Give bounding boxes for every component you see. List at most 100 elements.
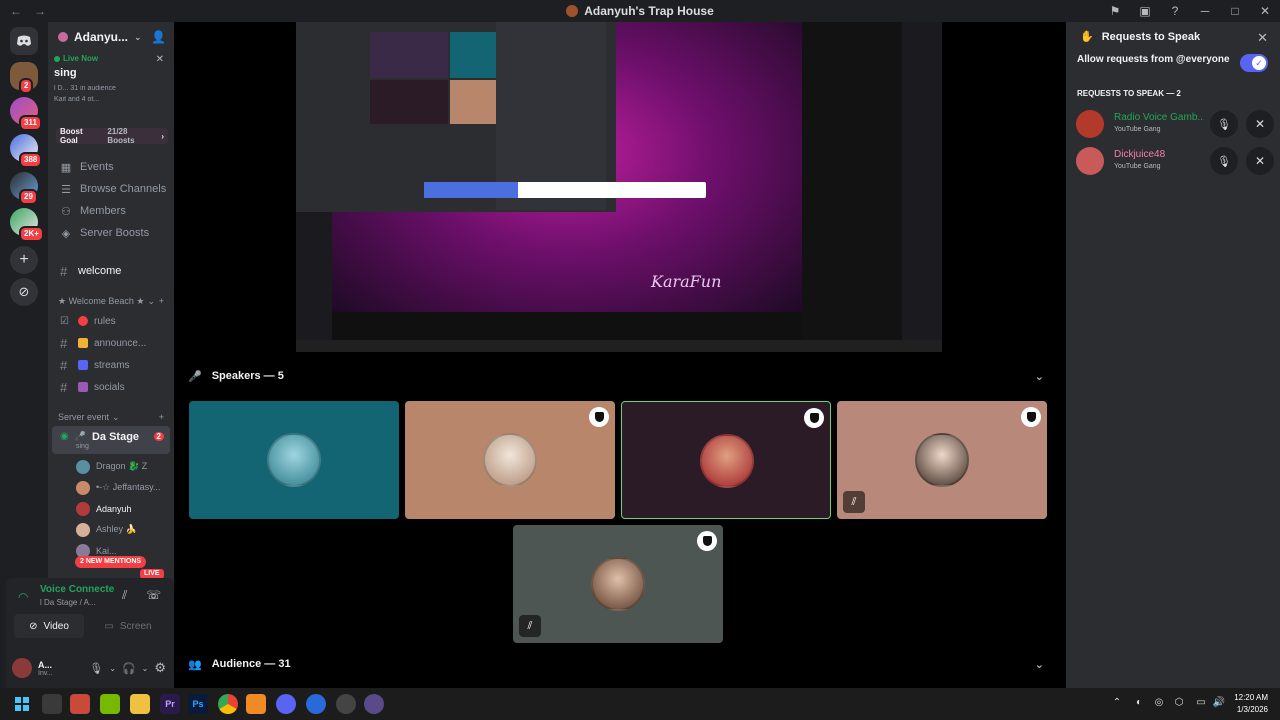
tray-app-icon[interactable]: ◐ bbox=[1132, 697, 1146, 711]
invite-to-speak-icon[interactable]: 🎙 bbox=[1210, 110, 1238, 138]
voice-member[interactable]: Dragon 🐉 Z bbox=[48, 456, 174, 477]
nav-members[interactable]: ⚇ Members bbox=[48, 200, 174, 222]
discord-home-icon[interactable] bbox=[10, 27, 38, 55]
voice-panel: ◠ Voice Connecte l Da Stage / A... ⫽ ☏ ⊘… bbox=[6, 578, 174, 688]
microphone-icon[interactable]: 🎙 bbox=[89, 662, 103, 675]
settings-gear-icon[interactable]: ⚙ bbox=[154, 660, 166, 676]
app-icon[interactable] bbox=[70, 694, 90, 714]
noise-suppression-icon[interactable]: ⫽ bbox=[122, 588, 127, 603]
live-now-card[interactable]: Live Now ✕ sing l D... 31 in audience Ka… bbox=[54, 54, 168, 122]
microphone-icon: 🎤 bbox=[74, 431, 86, 441]
screen-share-stream[interactable]: KaraFun bbox=[296, 22, 942, 352]
muted-mic-icon: ⫽ bbox=[843, 491, 865, 513]
hash-icon: # bbox=[60, 335, 68, 351]
chevron-down-icon[interactable]: ⌄ bbox=[142, 664, 149, 673]
minimize-icon[interactable]: ─ bbox=[1190, 4, 1220, 18]
chevron-down-icon: ⌄ bbox=[112, 411, 120, 422]
windows-start-icon[interactable] bbox=[12, 694, 32, 714]
chevron-right-icon: › bbox=[161, 131, 164, 141]
nav-server-boosts[interactable]: ◈ Server Boosts bbox=[48, 222, 174, 244]
nav-browse-channels[interactable]: ☰ Browse Channels bbox=[48, 178, 174, 200]
close-icon[interactable]: ✕ bbox=[1250, 4, 1280, 18]
tray-overflow-icon[interactable]: ⌃ bbox=[1110, 697, 1124, 711]
disconnect-icon[interactable]: ☏ bbox=[146, 588, 161, 602]
new-mentions-pill[interactable]: 2 NEW MENTIONS bbox=[75, 556, 147, 568]
forward-icon[interactable]: → bbox=[34, 4, 46, 18]
user-info[interactable]: A... Inv... bbox=[38, 660, 53, 677]
chrome-icon[interactable] bbox=[218, 694, 238, 714]
add-channel-icon[interactable]: + bbox=[159, 296, 164, 306]
video-button[interactable]: ⊘ Video bbox=[14, 614, 84, 638]
task-view-icon[interactable] bbox=[42, 694, 62, 714]
channel-socials[interactable]: # socials bbox=[48, 376, 174, 398]
dismiss-request-icon[interactable]: ✕ bbox=[1246, 147, 1274, 175]
system-clock[interactable]: 12:20 AM 1/3/2026 bbox=[1234, 692, 1268, 716]
voice-member[interactable]: Ashley 🍌 bbox=[48, 519, 174, 540]
nav-events[interactable]: ▦ Events bbox=[48, 156, 174, 178]
member-name: Ashley 🍌 bbox=[96, 524, 137, 534]
channel-welcome[interactable]: # welcome bbox=[48, 260, 174, 282]
premiere-icon[interactable]: Pr bbox=[160, 694, 180, 714]
audience-header[interactable]: 👥 Audience — 31 ⌄ bbox=[188, 654, 1048, 674]
request-item[interactable]: Radio Voice Gamb... YouTube Gang 🎙 ✕ bbox=[1076, 108, 1276, 138]
chevron-down-icon[interactable]: ⌄ bbox=[1035, 370, 1044, 383]
speaker-tile[interactable] bbox=[189, 401, 399, 519]
screen-share-icon: ▭ bbox=[104, 620, 114, 632]
flag-icon[interactable]: ⚑ bbox=[1100, 4, 1130, 18]
allow-requests-toggle[interactable]: ✓ bbox=[1240, 54, 1268, 72]
discord-taskbar-icon[interactable] bbox=[276, 694, 296, 714]
maximize-icon[interactable]: □ bbox=[1220, 4, 1250, 18]
tray-app-icon[interactable]: ◎ bbox=[1152, 697, 1166, 711]
nvidia-icon[interactable] bbox=[100, 694, 120, 714]
discover-icon[interactable]: ⊘ bbox=[10, 278, 38, 306]
chevron-down-icon[interactable]: ⌄ bbox=[109, 664, 116, 673]
back-icon[interactable]: ← bbox=[10, 4, 22, 18]
photoshop-icon[interactable]: Ps bbox=[188, 694, 208, 714]
member-name: Kai... bbox=[96, 545, 117, 556]
voice-member[interactable]: •-☆ Jeffantasy... bbox=[48, 477, 174, 498]
add-channel-icon[interactable]: + bbox=[159, 412, 164, 422]
channel-streams[interactable]: # streams bbox=[48, 354, 174, 376]
clock-date: 1/3/2026 bbox=[1236, 705, 1268, 714]
category-server-event[interactable]: Server event ⌄ + bbox=[48, 408, 174, 426]
avatar bbox=[76, 480, 90, 495]
speaker-tile[interactable] bbox=[405, 401, 615, 519]
tray-app-icon[interactable]: ⬡ bbox=[1172, 697, 1186, 711]
voice-connection[interactable]: ◠ Voice Connecte l Da Stage / A... ⫽ ☏ bbox=[6, 578, 174, 616]
vlc-icon[interactable] bbox=[246, 694, 266, 714]
channel-da-stage[interactable]: ◉ 🎤 Da Stage sing 2 bbox=[52, 426, 170, 454]
speaker-tile[interactable]: ⫽ bbox=[513, 525, 723, 643]
rail-badge: 2K+ bbox=[19, 226, 44, 242]
volume-icon[interactable]: 🔊 bbox=[1212, 697, 1226, 711]
invite-icon[interactable]: 👤 bbox=[151, 30, 166, 44]
app-icon[interactable] bbox=[336, 694, 356, 714]
inbox-icon[interactable]: ▣ bbox=[1130, 4, 1160, 18]
voice-member[interactable]: Adanyuh bbox=[48, 498, 174, 519]
file-explorer-icon[interactable] bbox=[130, 694, 150, 714]
server-header[interactable]: Adanyu... ⌄ 👤 bbox=[48, 22, 174, 52]
boost-goal[interactable]: Boost Goal 21/28 Boosts › bbox=[56, 127, 168, 145]
close-live-icon[interactable]: ✕ bbox=[156, 54, 164, 65]
help-icon[interactable]: ? bbox=[1160, 4, 1190, 18]
speakers-header[interactable]: 🎤 Speakers — 5 ⌄ bbox=[188, 366, 1048, 386]
user-avatar[interactable] bbox=[12, 658, 32, 678]
nav-events-label: Events bbox=[80, 161, 114, 173]
category-welcome-beach[interactable]: ★ Welcome Beach ★ ⌄ + bbox=[48, 292, 174, 310]
headphones-icon[interactable]: 🎧 bbox=[122, 662, 136, 675]
speaker-tile-active[interactable] bbox=[621, 401, 831, 519]
channel-rules-label: rules bbox=[94, 315, 116, 327]
screen-button[interactable]: ▭ Screen bbox=[90, 614, 166, 638]
invite-to-speak-icon[interactable]: 🎙 bbox=[1210, 147, 1238, 175]
close-icon[interactable]: ✕ bbox=[1257, 30, 1268, 46]
chevron-down-icon[interactable]: ⌄ bbox=[1035, 658, 1044, 671]
network-icon[interactable]: ▭ bbox=[1194, 697, 1208, 711]
channel-rules[interactable]: ☑ rules bbox=[48, 310, 174, 332]
channel-announcements[interactable]: # announce... bbox=[48, 332, 174, 354]
app-icon[interactable] bbox=[364, 694, 384, 714]
request-item[interactable]: Dickjuice48 YouTube Gang 🎙 ✕ bbox=[1076, 145, 1276, 175]
nav-browse-label: Browse Channels bbox=[80, 183, 167, 195]
dismiss-request-icon[interactable]: ✕ bbox=[1246, 110, 1274, 138]
speaker-tile[interactable]: ⫽ bbox=[837, 401, 1047, 519]
add-server-icon[interactable]: + bbox=[10, 246, 38, 274]
app-icon[interactable] bbox=[306, 694, 326, 714]
